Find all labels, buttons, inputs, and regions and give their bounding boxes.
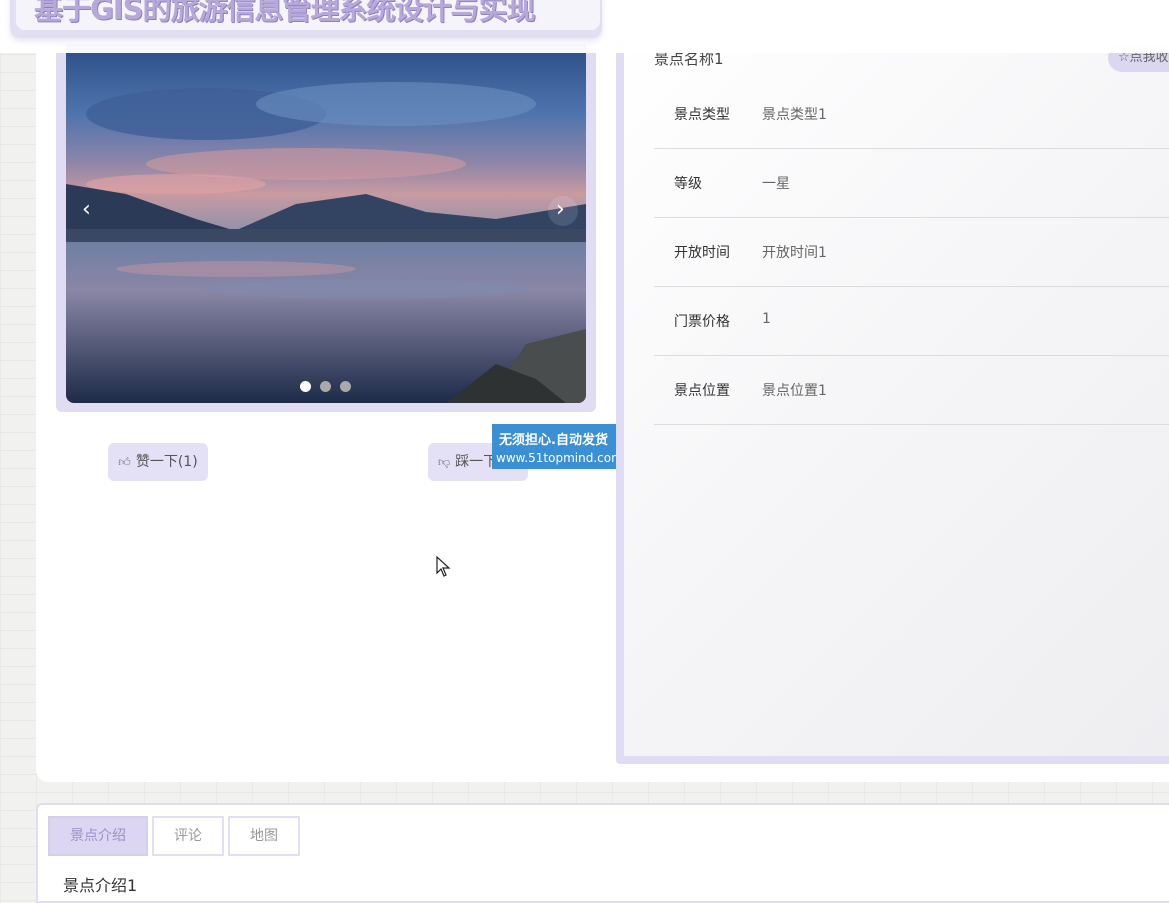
carousel-image [66, 44, 586, 403]
watermark-line2: www.51topmind.com [496, 451, 623, 465]
tab-map[interactable]: 地图 [228, 816, 300, 856]
thumbs-down-icon: 👎︎ [438, 455, 451, 469]
title-banner: 基于GIS的旅游信息管理系统设计与实现 [10, 0, 602, 38]
info-label: 景点位置 [674, 383, 730, 399]
tab-comments[interactable]: 评论 [152, 816, 224, 856]
like-label: 赞一下(1) [135, 454, 198, 470]
carousel-dot-2[interactable] [320, 381, 331, 392]
info-label: 门票价格 [674, 314, 730, 330]
thumbs-up-icon: 👍︎ [118, 455, 131, 469]
like-button[interactable]: 👍︎ 赞一下(1) [108, 443, 208, 481]
info-row-location: 景点位置 景点位置1 [654, 355, 1169, 425]
carousel-dot-3[interactable] [340, 381, 351, 392]
intro-text: 景点介绍1 [63, 876, 138, 895]
info-row-level: 等级 一星 [654, 148, 1169, 218]
info-row-open-time: 开放时间 开放时间1 [654, 217, 1169, 287]
tab-intro[interactable]: 景点介绍 [48, 816, 148, 856]
info-value: 景点位置1 [762, 383, 827, 399]
info-row-type: 景点类型 景点类型1 [654, 79, 1169, 149]
page-title: 基于GIS的旅游信息管理系统设计与实现 [34, 0, 535, 26]
info-label: 景点类型 [674, 107, 730, 123]
info-row-ticket-price: 门票价格 1 [654, 286, 1169, 356]
carousel-prev-button[interactable]: ‹ [82, 197, 91, 222]
info-value: 一星 [762, 176, 790, 192]
info-label: 等级 [674, 176, 702, 192]
info-label: 开放时间 [674, 245, 730, 261]
info-value: 开放时间1 [762, 245, 827, 261]
info-value: 景点类型1 [762, 107, 827, 123]
mouse-cursor-icon [436, 555, 452, 582]
info-value: 1 [762, 311, 771, 327]
dislike-label: 踩一下 [455, 454, 498, 470]
carousel-dot-1[interactable] [300, 381, 311, 392]
watermark-line1: 无须担心.自动发货 [499, 433, 608, 448]
watermark-left: 无须担心.自动发货 www.51topmind.com [493, 425, 628, 468]
chevron-right-icon: › [556, 197, 565, 222]
